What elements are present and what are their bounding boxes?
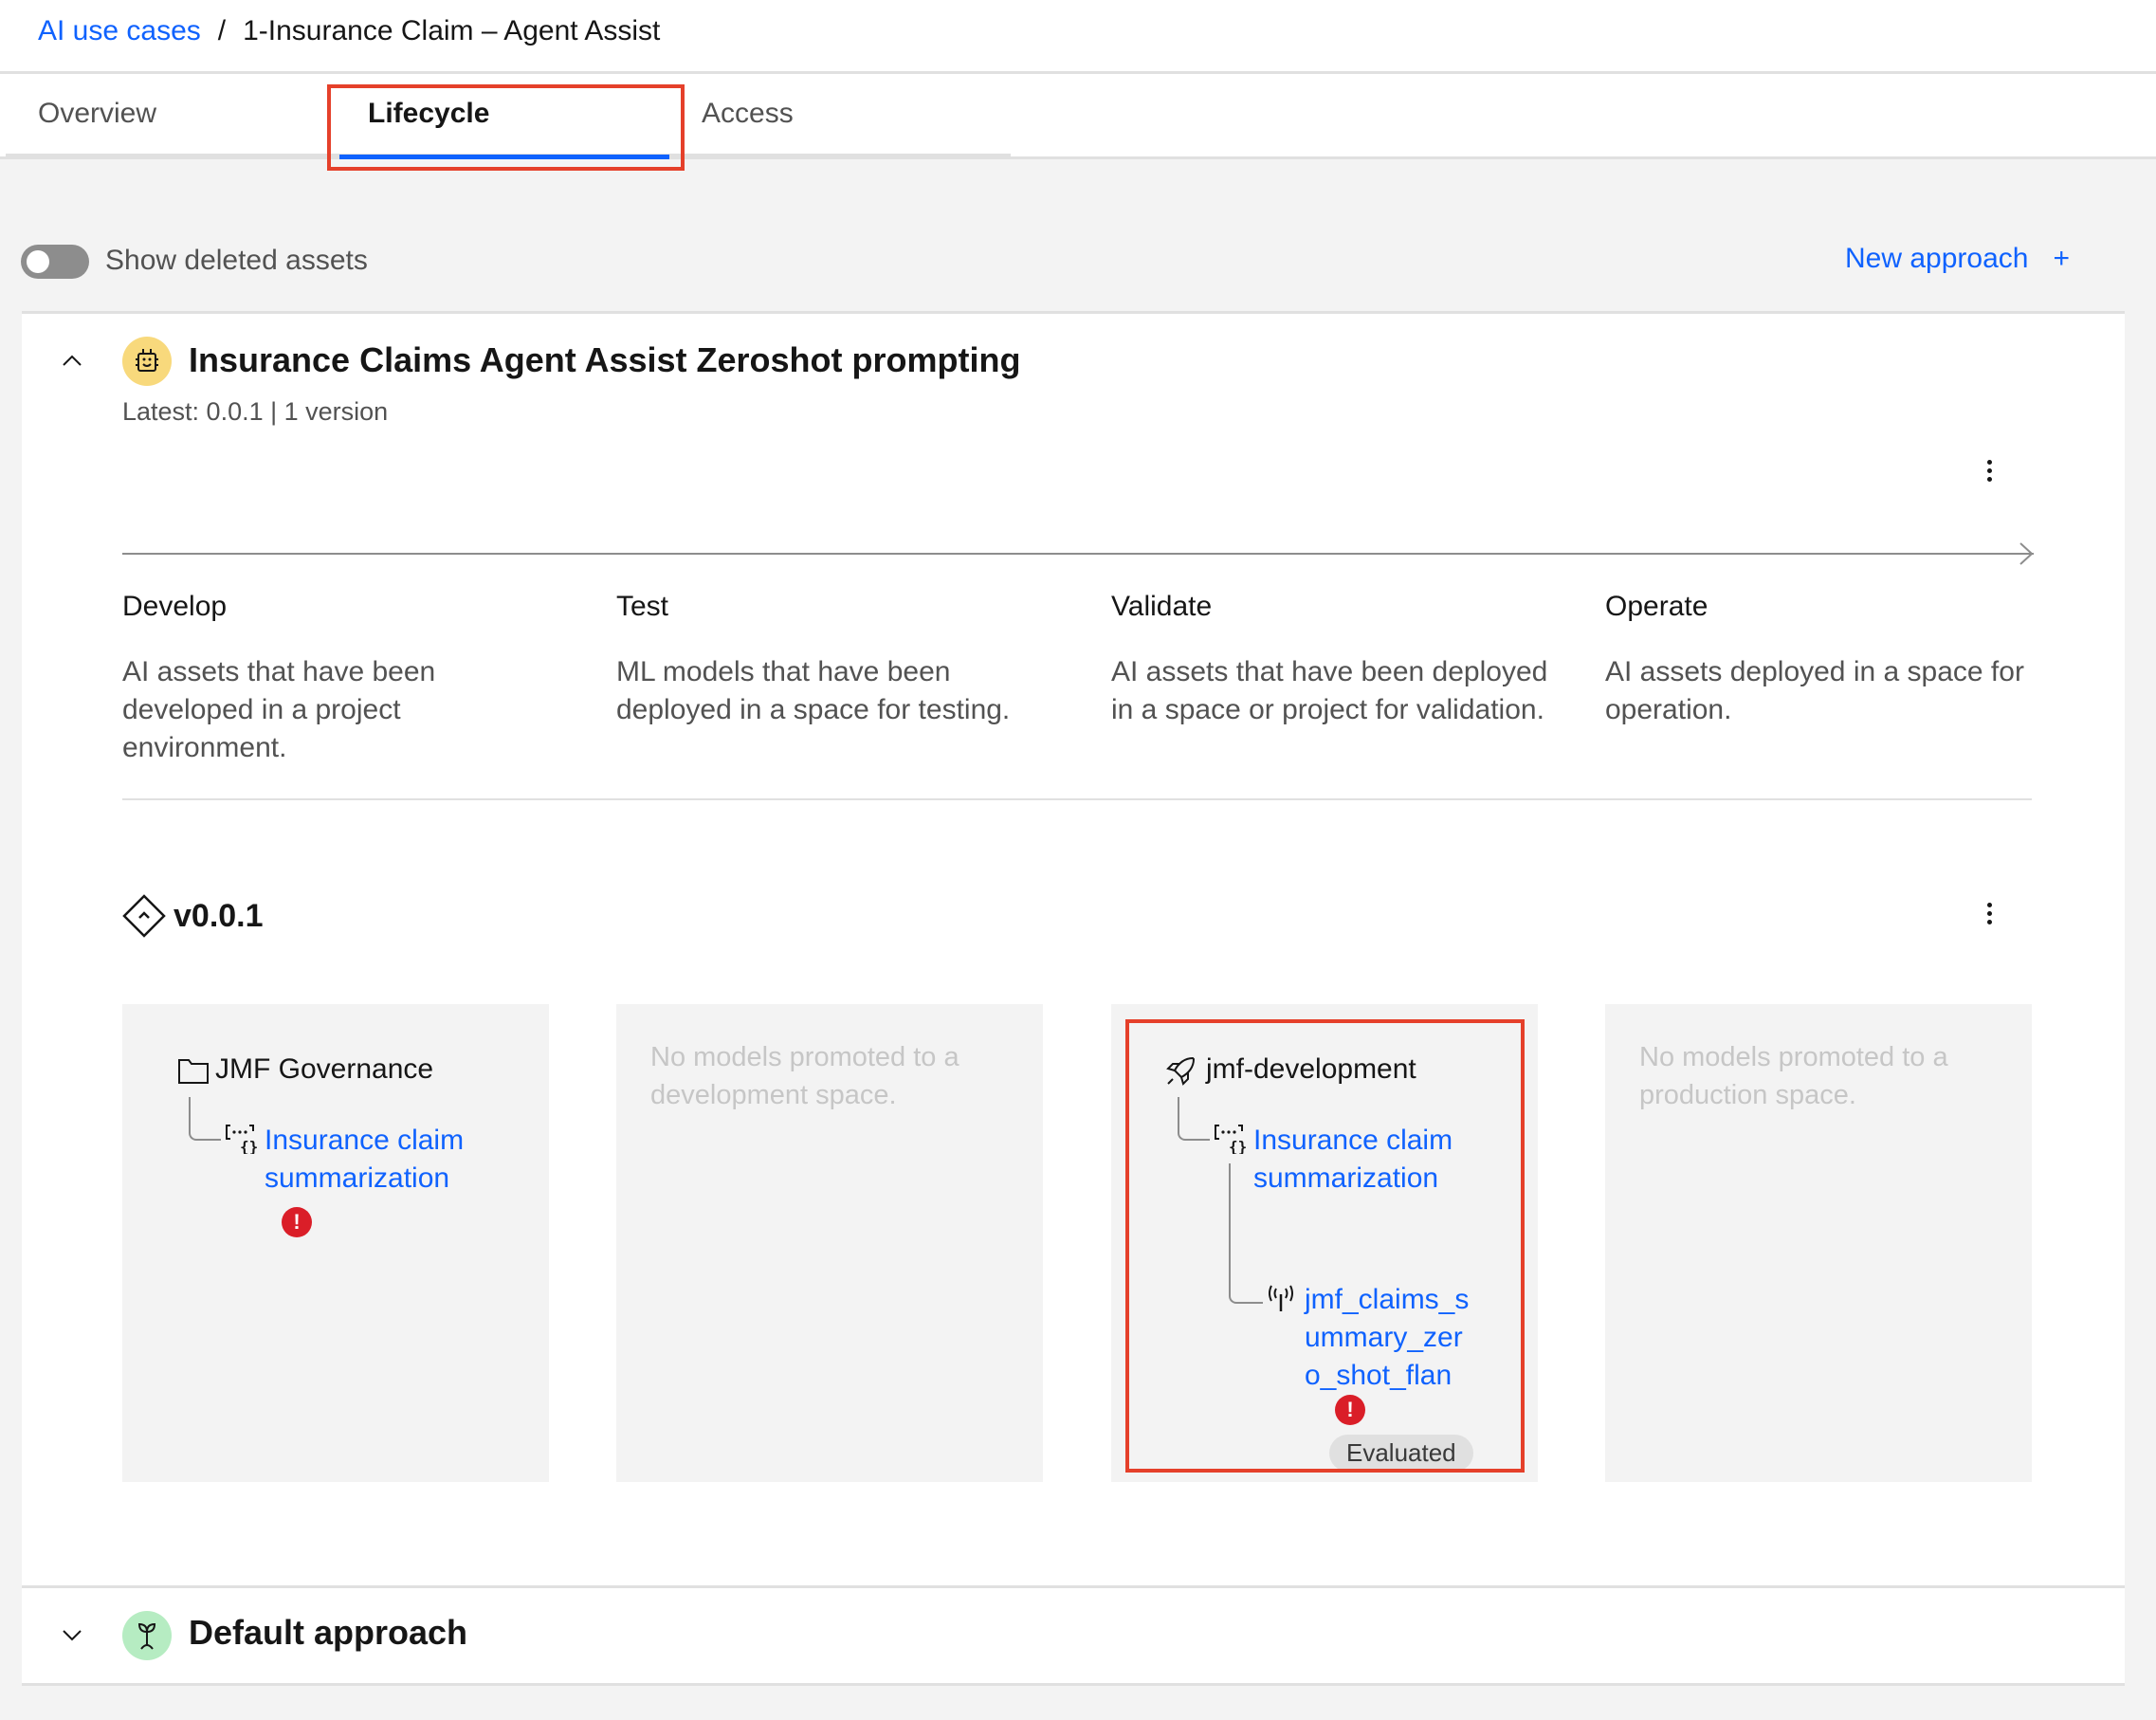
deployment-name-line: o_shot_flan [1305, 1360, 1453, 1391]
tab-access[interactable]: Access [669, 74, 999, 154]
stage-develop: Develop AI assets that have been develop… [122, 591, 568, 767]
asset-link[interactable]: Insurance claim summarization [1253, 1122, 1481, 1198]
breadcrumb-bar: AI use cases / 1-Insurance Claim – Agent… [0, 0, 2156, 74]
tab-overview[interactable]: Overview [6, 74, 336, 154]
deployment-node: jmf_claims_s ummary_zer o_shot_flan [1267, 1281, 1494, 1395]
version-header: v0.0.1 [122, 892, 264, 940]
asset-node: {} Insurance claim summarization [225, 1122, 492, 1198]
empty-message: No models promoted to a development spac… [650, 1042, 959, 1110]
error-icon: ! [282, 1207, 312, 1237]
validate-column: jmf-development {} Insurance claim summa… [1111, 1004, 1538, 1482]
project-name: JMF Governance [215, 1053, 434, 1085]
show-deleted-label: Show deleted assets [105, 245, 368, 276]
stage-name: Test [616, 591, 669, 622]
tree-connector [189, 1097, 221, 1141]
approach-overflow-menu-icon[interactable] [1975, 451, 2003, 489]
test-column: No models promoted to a development spac… [616, 1004, 1043, 1482]
deployment-link[interactable]: jmf_claims_s ummary_zer o_shot_flan [1305, 1281, 1494, 1395]
stage-description: AI assets deployed in a space for operat… [1605, 656, 2024, 725]
space-name: jmf-development [1206, 1053, 1416, 1085]
operate-column: No models promoted to a production space… [1605, 1004, 2032, 1482]
approach-panel: Insurance Claims Agent Assist Zeroshot p… [22, 311, 2125, 1585]
stage-description: ML models that have been deployed in a s… [616, 656, 1011, 725]
approach-subtitle: Latest: 0.0.1 | 1 version [122, 397, 389, 426]
evaluated-tag: Evaluated [1329, 1435, 1473, 1472]
breadcrumb: AI use cases / 1-Insurance Claim – Agent… [38, 15, 660, 47]
container-node: jmf-development [1164, 1053, 1416, 1088]
breadcrumb-link-ai-use-cases[interactable]: AI use cases [38, 15, 201, 47]
tree-connector [1229, 1163, 1263, 1304]
stage-test: Test ML models that have been deployed i… [616, 591, 1062, 729]
stage-name: Operate [1605, 591, 1708, 622]
rocket-icon [1166, 1056, 1196, 1086]
arrow-right-icon [2019, 542, 2034, 565]
add-icon: + [2053, 243, 2070, 274]
tab-bar: Overview Lifecycle Access [0, 74, 2156, 159]
chevron-down-icon[interactable] [58, 1620, 86, 1649]
stage-validate: Validate AI assets that have been deploy… [1111, 591, 1557, 729]
stage-description: AI assets that have been developed in a … [122, 656, 436, 763]
breadcrumb-separator: / [217, 15, 227, 46]
prompt-template-icon: {} [1215, 1125, 1247, 1154]
stage-description: AI assets that have been deployed in a s… [1111, 656, 1548, 725]
error-icon: ! [1335, 1395, 1365, 1425]
tabs: Overview Lifecycle Access [6, 74, 1011, 159]
develop-column: JMF Governance {} Insurance claim summar… [122, 1004, 549, 1482]
version-overflow-menu-icon[interactable] [1975, 894, 2003, 932]
svg-text:{}: {} [240, 1138, 258, 1154]
svg-text:{}: {} [1229, 1138, 1247, 1154]
version-label: v0.0.1 [174, 897, 264, 934]
tab-lifecycle[interactable]: Lifecycle [336, 74, 669, 159]
container-node: JMF Governance [177, 1053, 433, 1086]
deployment-name-line: ummary_zer [1305, 1322, 1463, 1353]
stage-name: Develop [122, 591, 228, 622]
empty-message: No models promoted to a production space… [1639, 1042, 1948, 1110]
new-approach-button[interactable]: New approach + [1845, 243, 2070, 275]
version-diamond-icon [122, 894, 166, 938]
deployment-antenna-icon [1269, 1285, 1293, 1311]
approach-title: Insurance Claims Agent Assist Zeroshot p… [189, 340, 1021, 379]
chevron-up-icon[interactable] [58, 346, 86, 375]
tree-connector [1178, 1097, 1210, 1141]
sprout-icon [122, 1611, 172, 1660]
robot-icon [122, 337, 172, 386]
deployment-name-line: jmf_claims_s [1305, 1284, 1470, 1315]
breadcrumb-current: 1-Insurance Claim – Agent Assist [243, 15, 661, 46]
toggle-knob [27, 250, 49, 273]
toolbar: Show deleted assets New approach + [0, 237, 2156, 286]
show-deleted-toggle[interactable] [21, 245, 89, 279]
default-approach-panel: Default approach [22, 1585, 2125, 1686]
new-approach-label: New approach [1845, 243, 2029, 274]
stage-operate: Operate AI assets deployed in a space fo… [1605, 591, 2051, 729]
stage-name: Validate [1111, 591, 1213, 622]
folder-icon [178, 1059, 209, 1084]
default-approach-title: Default approach [189, 1613, 468, 1652]
lifecycle-timeline [122, 553, 2034, 555]
stage-divider [122, 798, 2032, 800]
asset-link[interactable]: Insurance claim summarization [265, 1122, 492, 1198]
prompt-template-icon: {} [226, 1125, 258, 1154]
